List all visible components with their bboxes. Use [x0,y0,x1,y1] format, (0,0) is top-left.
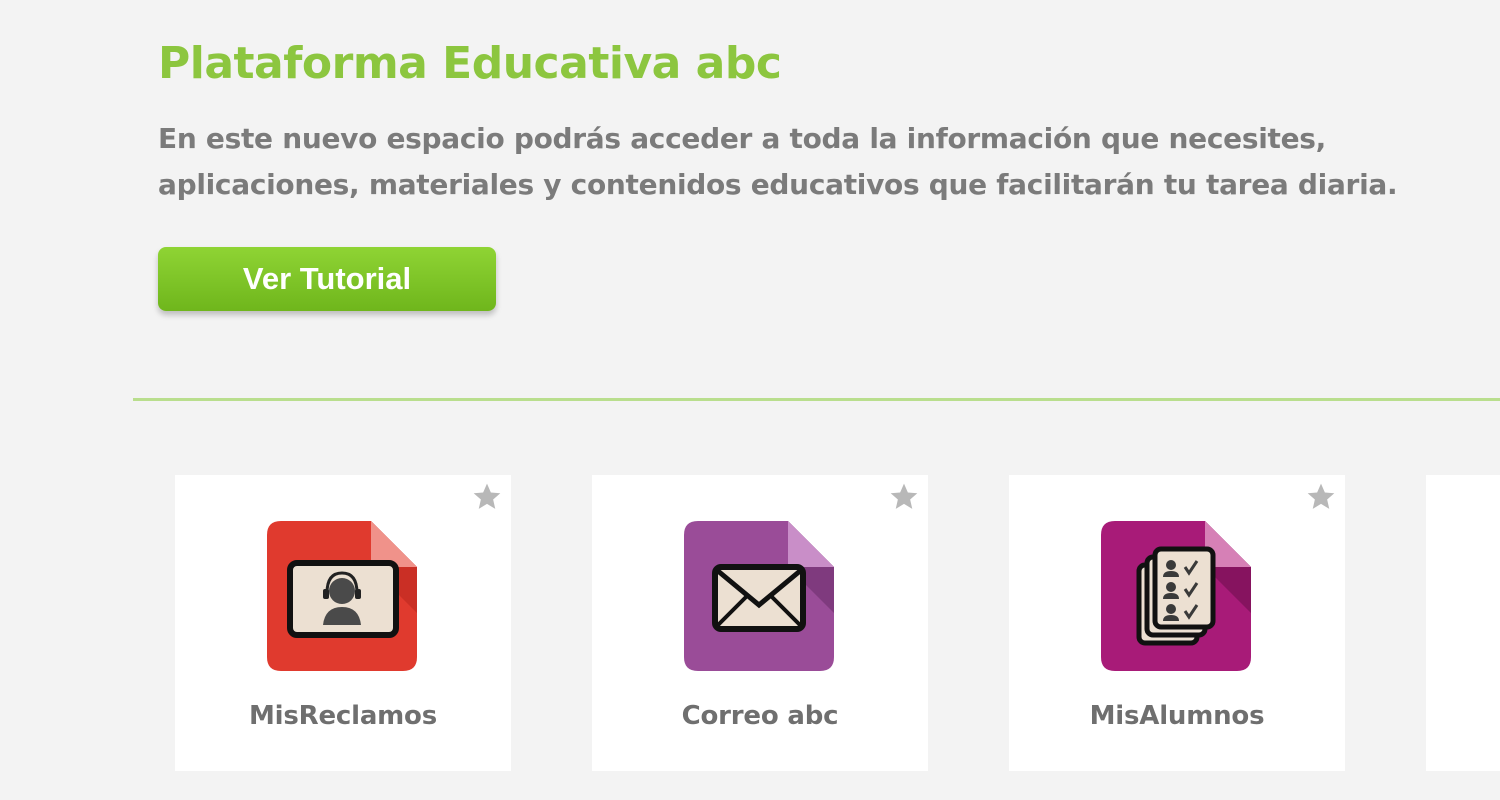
hero-section: Plataforma Educativa abc En este nuevo e… [158,34,1458,208]
favorite-star-icon[interactable] [471,481,503,513]
page-title: Plataforma Educativa abc [158,38,782,89]
app-label[interactable]: MisAlumnos [1009,701,1345,731]
app-card-partial[interactable] [1426,475,1500,771]
app-card-misreclamos[interactable]: MisReclamos [175,475,511,771]
hero-description-line-2: aplicaciones, materiales y contenidos ed… [158,168,1398,201]
app-label[interactable]: MisReclamos [175,701,511,731]
favorite-star-icon[interactable] [1305,481,1337,513]
favorite-star-icon[interactable] [888,481,920,513]
page: Plataforma Educativa abc En este nuevo e… [0,0,1500,800]
section-divider [133,398,1500,401]
hero-description-line-1: En este nuevo espacio podrás acceder a t… [158,122,1326,155]
envelope-icon[interactable] [684,521,834,671]
student-list-icon[interactable] [1101,521,1251,671]
app-card-correo-abc[interactable]: Correo abc [592,475,928,771]
ver-tutorial-button[interactable]: Ver Tutorial [158,247,496,311]
app-label[interactable]: Correo abc [592,701,928,731]
support-agent-icon[interactable] [267,521,417,671]
app-card-misalumnos[interactable]: MisAlumnos [1009,475,1345,771]
hero-description: En este nuevo espacio podrás acceder a t… [158,116,1458,208]
